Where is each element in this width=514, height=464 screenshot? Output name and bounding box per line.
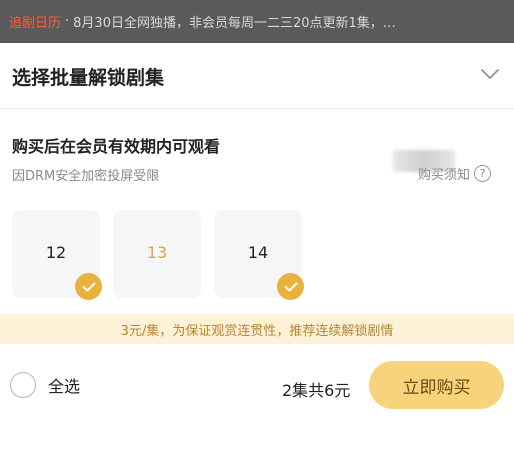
episode-number: 13 [146, 243, 168, 262]
purchase-notice-label: 购买须知 [418, 167, 471, 183]
banner-separator: · [65, 14, 70, 29]
validity-title: 购买后在会员有效期内可观看 [12, 137, 221, 156]
episode-number: 14 [247, 243, 269, 262]
banner-text: 8月30日全网独播，非会员每周一二三20点更新1集，… [73, 16, 396, 31]
episode-item-14[interactable]: 14 [214, 210, 304, 300]
price-promo-bar: 3元/集，为保证观赏连贯性，推荐连续解锁剧情 [0, 314, 514, 344]
purchase-notice-link[interactable]: 购买须知 ? [418, 163, 492, 183]
banner-tag: 追剧日历 [9, 16, 62, 31]
schedule-banner[interactable]: 追剧日历 · 8月30日全网独播，非会员每周一二三20点更新1集，… [0, 0, 514, 43]
chevron-down-icon [481, 68, 499, 79]
episode-item-12[interactable]: 12 [12, 210, 102, 300]
sheet-title: 选择批量解锁剧集 [12, 67, 165, 89]
sheet-header: 选择批量解锁剧集 [0, 43, 514, 109]
episode-number: 12 [45, 243, 67, 262]
select-all-toggle[interactable]: 全选 [10, 372, 80, 398]
episode-item-13[interactable]: 13 [113, 210, 201, 298]
buy-now-button[interactable]: 立即购买 [369, 361, 504, 409]
checkout-bar: 全选 2集共6元 立即购买 [0, 344, 514, 421]
radio-circle-icon[interactable] [10, 372, 36, 398]
check-icon [277, 273, 304, 300]
check-icon [75, 273, 102, 300]
drm-notice: 因DRM安全加密投屏受限 [12, 169, 160, 184]
order-total: 2集共6元 [282, 381, 351, 400]
select-all-label: 全选 [48, 377, 81, 396]
promo-text: 3元/集，为保证观赏连贯性，推荐连续解锁剧情 [120, 323, 394, 339]
help-icon: ? [474, 164, 492, 182]
collapse-button[interactable] [478, 63, 502, 85]
